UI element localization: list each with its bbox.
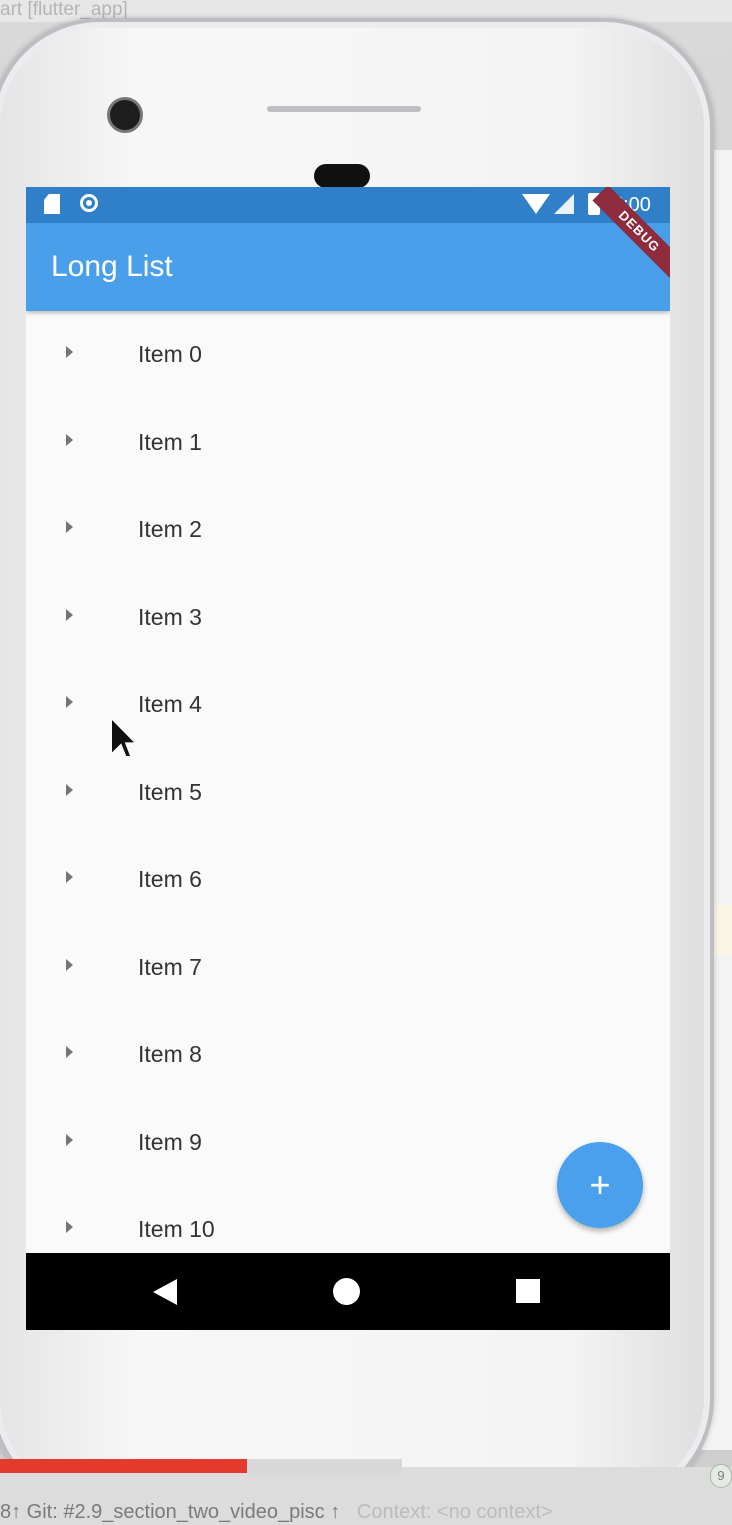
list-item-label: Item 3	[138, 603, 202, 630]
add-button[interactable]: +	[557, 1142, 643, 1228]
list-item-label: Item 8	[138, 1041, 202, 1067]
git-branch-text[interactable]: 8↑ Git: #2.9_section_two_video_pisc ↑	[0, 1501, 340, 1523]
ide-status-text: 8↑ Git: #2.9_section_two_video_pisc ↑ Co…	[0, 1499, 732, 1525]
list-item-label: Item 10	[138, 1216, 215, 1242]
navigation-bar	[26, 1253, 670, 1330]
list-item[interactable]: Item 5	[26, 749, 670, 836]
list-item[interactable]: Item 3	[26, 574, 670, 661]
list-item-label: Item 5	[138, 778, 202, 805]
expand-arrow-icon[interactable]	[66, 696, 73, 708]
back-icon[interactable]	[153, 1279, 177, 1305]
list-item-label: Item 9	[138, 1128, 202, 1155]
video-progress-fill	[0, 1459, 247, 1473]
page-title: Long List	[51, 250, 173, 283]
expand-arrow-icon[interactable]	[66, 521, 73, 533]
context-text: Context: <no context>	[356, 1501, 553, 1523]
status-bar: 5:00	[26, 187, 670, 223]
expand-arrow-icon[interactable]	[66, 1046, 73, 1058]
expand-arrow-icon[interactable]	[66, 1133, 73, 1146]
signal-icon	[554, 194, 574, 214]
list-item[interactable]: Item 7	[26, 924, 670, 1011]
speaker-grille	[267, 106, 421, 112]
list-item[interactable]: Item 8	[26, 1011, 670, 1098]
video-progress-bar[interactable]	[0, 1459, 402, 1473]
list-item[interactable]: Item 2	[26, 486, 670, 573]
sd-card-icon	[44, 194, 60, 214]
notification-badge: 9	[710, 1464, 732, 1488]
list-item[interactable]: Item 6	[26, 836, 670, 923]
expand-arrow-icon[interactable]	[66, 608, 73, 621]
expand-arrow-icon[interactable]	[66, 433, 73, 446]
sensor-icon	[314, 164, 370, 188]
list-item-label: Item 0	[138, 341, 202, 367]
expand-arrow-icon[interactable]	[66, 1221, 73, 1233]
circle-icon	[80, 194, 98, 212]
app-bar: Long List	[26, 223, 670, 311]
list-item[interactable]: Item 0	[26, 311, 670, 398]
camera-icon	[107, 97, 143, 133]
expand-arrow-icon[interactable]	[66, 783, 73, 796]
desktop-stage: art [flutter_app] 5:00 Long List DEBUG I…	[0, 0, 732, 1525]
expand-arrow-icon[interactable]	[66, 958, 73, 971]
wifi-icon	[522, 194, 550, 214]
expand-arrow-icon[interactable]	[66, 871, 73, 883]
list-item-label: Item 4	[138, 691, 202, 717]
list-item-label: Item 1	[138, 428, 202, 455]
list-item-label: Item 7	[138, 953, 202, 980]
list-item-label: Item 6	[138, 866, 202, 892]
list-item[interactable]: Item 1	[26, 399, 670, 486]
list-item-label: Item 2	[138, 516, 202, 542]
home-icon[interactable]	[333, 1278, 360, 1305]
recents-icon[interactable]	[516, 1279, 540, 1303]
device-screen: 5:00 Long List DEBUG Item 0 Item 1 Item 2I…	[26, 187, 670, 1330]
video-buffer-bar	[246, 1459, 402, 1473]
expand-arrow-icon[interactable]	[66, 346, 73, 358]
